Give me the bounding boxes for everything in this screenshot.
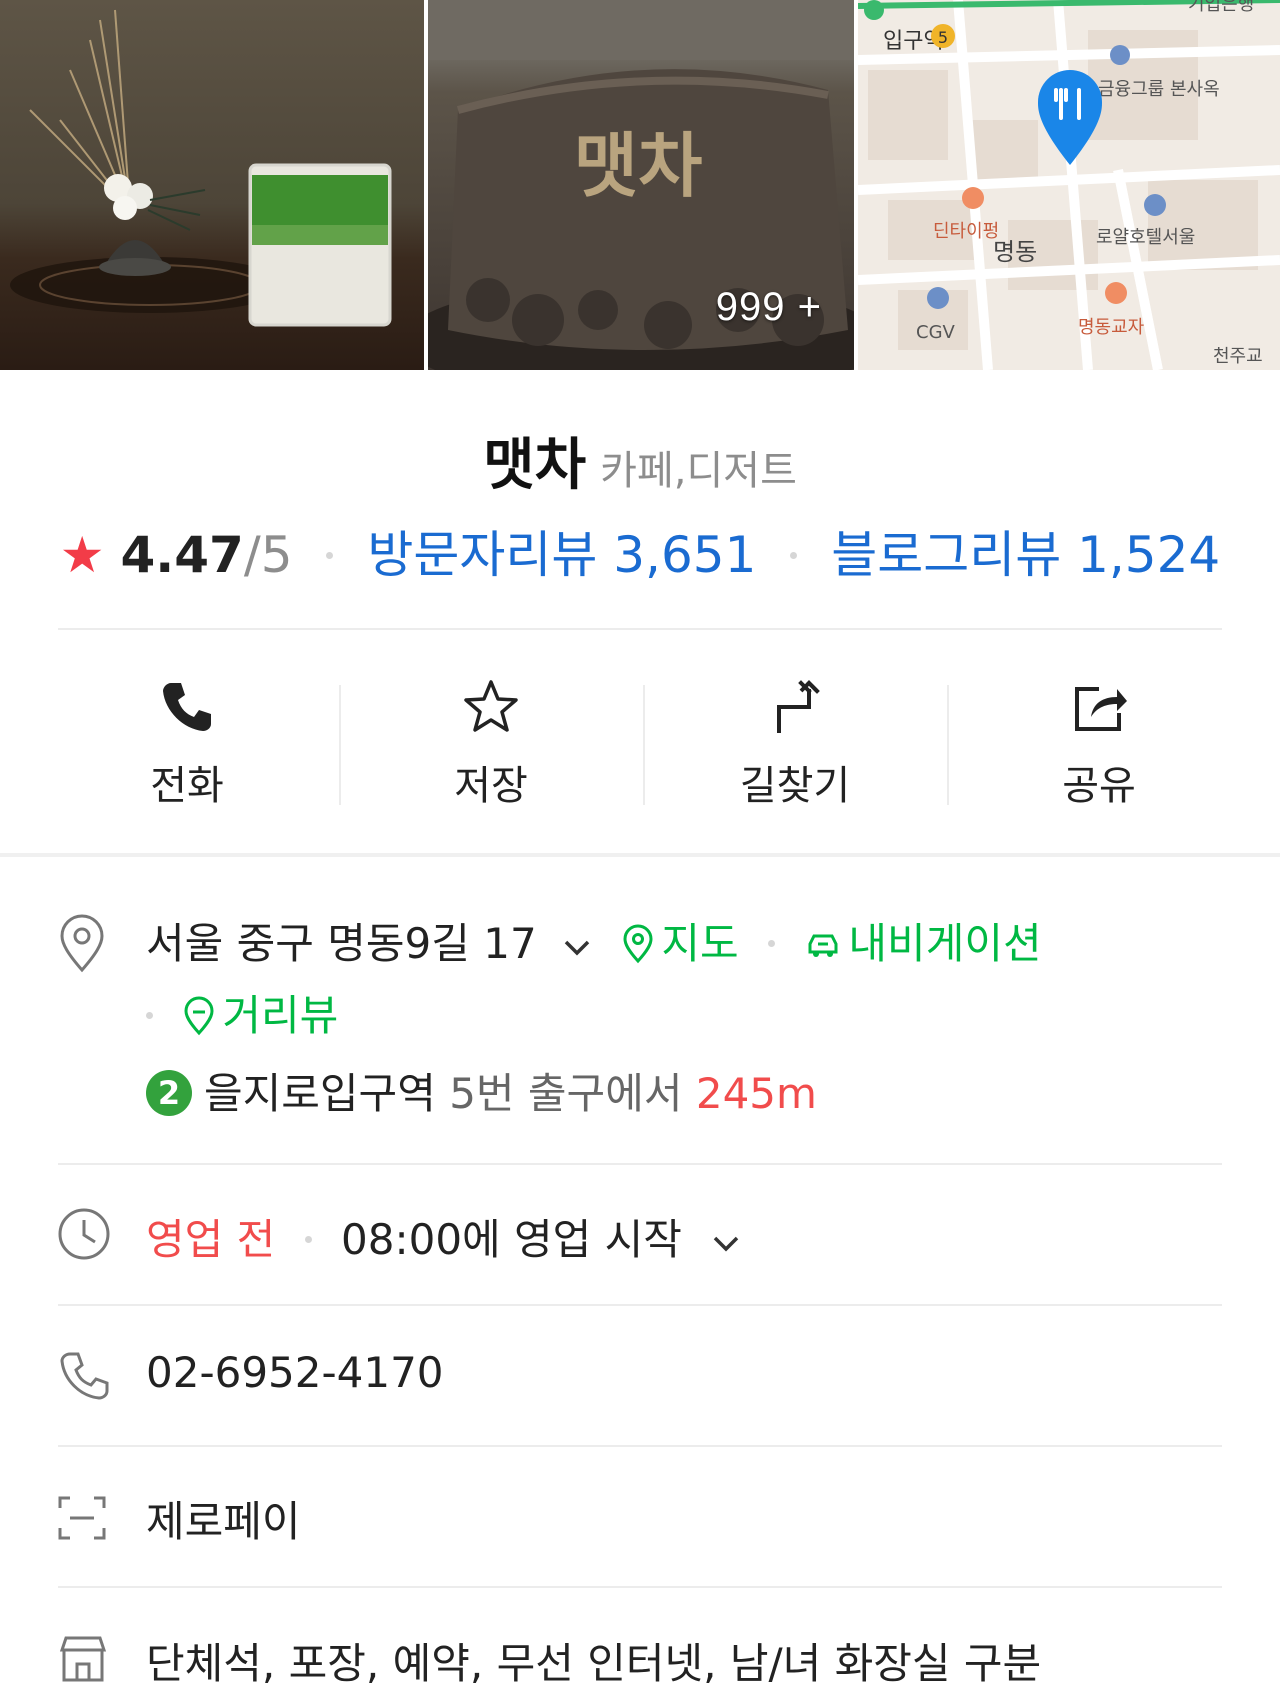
action-bar: 전화 저장 길찾기 공유 bbox=[35, 665, 1251, 815]
hours-status: 영업 전 bbox=[146, 1215, 276, 1264]
call-button[interactable]: 전화 bbox=[35, 665, 339, 815]
map-label-area: 명동 bbox=[993, 238, 1037, 266]
visitor-review-link[interactable]: 방문자리뷰 3,651 bbox=[367, 526, 756, 584]
divider bbox=[58, 1163, 1222, 1165]
map-illustration: 입구역 5 기업은행 금융그룹 본사옥 딘타이펑 명동 로얄호텔서울 CGV 명… bbox=[858, 0, 1280, 370]
divider bbox=[58, 1586, 1222, 1588]
divider bbox=[58, 1304, 1222, 1306]
save-label: 저장 bbox=[454, 763, 528, 809]
address-line-2: 거리뷰 bbox=[146, 982, 338, 1043]
separator-dot bbox=[768, 940, 776, 947]
subway-line: 2 을지로입구역 5번 출구에서 245m bbox=[146, 1060, 817, 1121]
share-icon bbox=[1075, 687, 1127, 731]
street-view-icon bbox=[184, 996, 214, 1036]
clock-icon bbox=[58, 1208, 110, 1260]
place-category: 카페,디저트 bbox=[600, 448, 797, 494]
map-label-topright: 기업은행 bbox=[1188, 0, 1254, 15]
street-view-link[interactable]: 거리뷰 bbox=[182, 991, 338, 1040]
photo-strip: 맷차 999 + 입구역 5 기업은행 금융그룹 본사옥 딘타이펑 명동 로얄호… bbox=[0, 0, 1280, 370]
share-label: 공유 bbox=[1062, 763, 1136, 809]
pay-method: 제로페이 bbox=[146, 1497, 301, 1546]
map-thumbnail[interactable]: 입구역 5 기업은행 금융그룹 본사옥 딘타이펑 명동 로얄호텔서울 CGV 명… bbox=[858, 0, 1280, 370]
hours-text: 영업 전 08:00에 영업 시작 bbox=[146, 1206, 749, 1267]
separator-dot bbox=[326, 552, 334, 559]
phone-outline-icon bbox=[60, 1352, 109, 1400]
photo-count-badge[interactable]: 999 + bbox=[716, 285, 822, 330]
divider bbox=[58, 1445, 1222, 1447]
section-divider bbox=[0, 853, 1280, 857]
star-outline-icon bbox=[464, 680, 518, 732]
directions-button[interactable]: 길찾기 bbox=[643, 665, 947, 815]
address-text[interactable]: 서울 중구 명동9길 17 bbox=[146, 919, 537, 968]
map-label-restaurant: 명동교자 bbox=[1078, 317, 1145, 338]
hours-detail: 08:00에 영업 시작 bbox=[341, 1215, 682, 1264]
map-label-bank: 금융그룹 본사옥 bbox=[1098, 79, 1220, 100]
subway-exit-text: 5번 출구에서 bbox=[449, 1069, 683, 1118]
map-label-cafe: 딘타이펑 bbox=[933, 221, 999, 242]
separator-dot bbox=[304, 1236, 312, 1243]
chevron-down-icon[interactable] bbox=[709, 1226, 743, 1260]
phone-icon bbox=[163, 683, 211, 731]
photo-matcha-drink[interactable] bbox=[0, 0, 424, 370]
rating-score: 4.47 bbox=[120, 526, 244, 584]
rating-max: /5 bbox=[243, 526, 293, 584]
save-button[interactable]: 저장 bbox=[339, 665, 643, 815]
street-view-label: 거리뷰 bbox=[222, 991, 339, 1040]
blog-review-link[interactable]: 블로그리뷰 1,524 bbox=[831, 526, 1220, 584]
map-link[interactable]: 지도 bbox=[621, 919, 752, 968]
directions-label: 길찾기 bbox=[739, 763, 851, 809]
separator-dot bbox=[146, 1012, 153, 1019]
map-label-hotel: 로얄호텔서울 bbox=[1096, 227, 1195, 248]
map-exit-number: 5 bbox=[938, 28, 948, 47]
place-title-row: 맷차 카페,디저트 bbox=[0, 420, 1280, 501]
navigation-link-label: 내비게이션 bbox=[848, 919, 1042, 968]
amenities-text: 단체석, 포장, 예약, 무선 인터넷, 남/녀 화장실 구분 bbox=[146, 1639, 1042, 1688]
scan-icon bbox=[58, 1496, 106, 1540]
star-filled-icon: ★ bbox=[59, 526, 105, 584]
photo-stone-sign[interactable]: 맷차 999 + bbox=[428, 0, 854, 370]
divider bbox=[58, 628, 1222, 630]
map-label-cinema: CGV bbox=[916, 322, 956, 343]
store-icon bbox=[59, 1636, 107, 1682]
share-button[interactable]: 공유 bbox=[947, 665, 1251, 815]
map-pin-outline-icon bbox=[623, 924, 653, 964]
address-line: 서울 중구 명동9길 17 지도 내비게이션 bbox=[146, 910, 1042, 971]
map-link-label: 지도 bbox=[661, 919, 739, 968]
call-label: 전화 bbox=[150, 763, 224, 809]
stone-sign-text: 맷차 bbox=[574, 125, 703, 207]
car-icon bbox=[808, 934, 838, 957]
subway-distance: 245m bbox=[695, 1069, 817, 1118]
location-pin-icon bbox=[60, 914, 104, 973]
separator-dot bbox=[790, 552, 798, 559]
matcha-drink-illustration bbox=[10, 9, 392, 327]
navigation-link[interactable]: 내비게이션 bbox=[804, 919, 1042, 968]
chevron-down-icon[interactable] bbox=[560, 930, 594, 964]
subway-line-badge: 2 bbox=[146, 1070, 192, 1116]
map-label-church: 천주교 bbox=[1213, 346, 1263, 367]
directions-icon bbox=[777, 680, 820, 733]
phone-number: 02-6952-4170 bbox=[146, 1348, 444, 1397]
rating-row: ★ 4.47/5 방문자리뷰 3,651 블로그리뷰 1,524 bbox=[0, 515, 1280, 587]
subway-station: 을지로입구역 bbox=[204, 1069, 436, 1118]
place-name: 맷차 bbox=[483, 433, 587, 498]
